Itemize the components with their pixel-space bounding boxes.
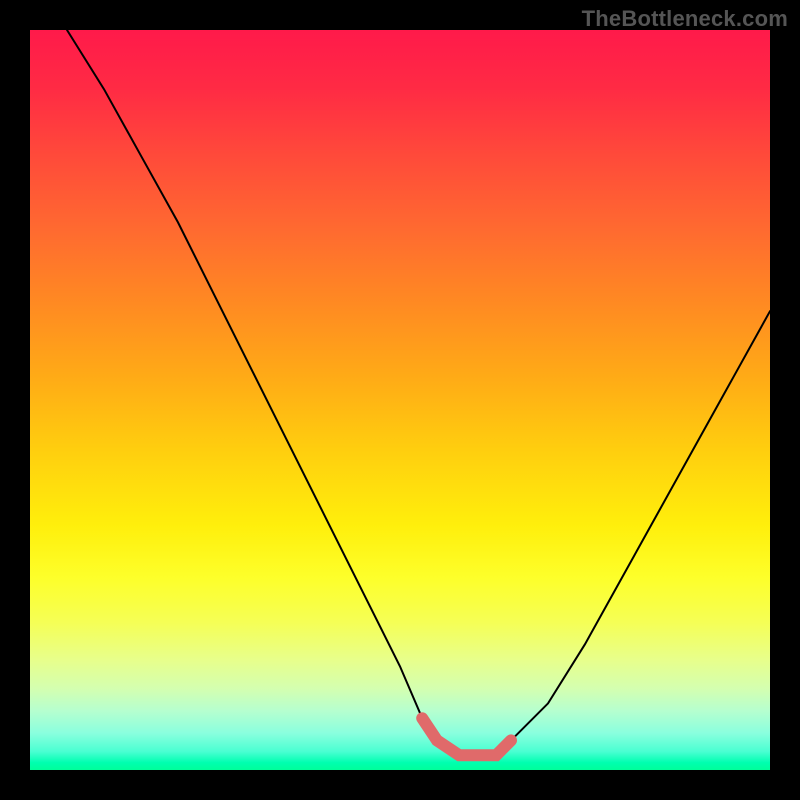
bottleneck-curve xyxy=(67,30,770,755)
watermark-text: TheBottleneck.com xyxy=(582,6,788,32)
valley-highlight xyxy=(422,718,511,755)
chart-frame: TheBottleneck.com xyxy=(0,0,800,800)
curve-svg xyxy=(30,30,770,770)
plot-area xyxy=(30,30,770,770)
